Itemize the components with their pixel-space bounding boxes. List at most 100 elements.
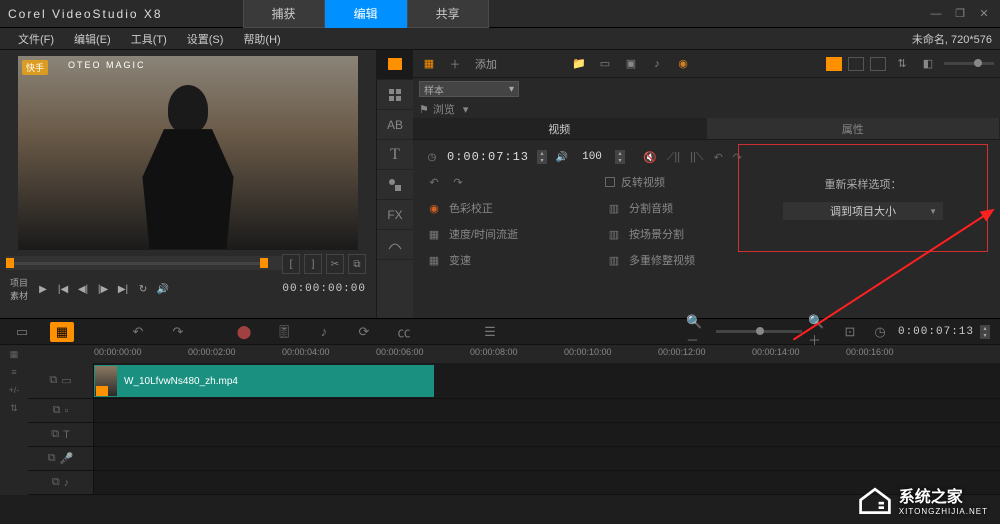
volume-field[interactable]: 100	[577, 151, 607, 163]
filter-free-icon[interactable]: ◉	[673, 55, 693, 73]
duration-field[interactable]: 0:00:07:13	[447, 150, 529, 164]
menu-settings[interactable]: 设置(S)	[177, 31, 234, 47]
tab-share[interactable]: 共享	[407, 0, 489, 28]
menu-edit[interactable]: 编辑(E)	[64, 31, 121, 47]
auto-music-button[interactable]: ♪	[312, 322, 336, 342]
cat-path-icon[interactable]	[377, 230, 413, 260]
tab-capture[interactable]: 捕获	[243, 0, 325, 28]
multitrim-button[interactable]: ▥多重修整视频	[605, 252, 745, 268]
dur-up[interactable]: ▴	[537, 150, 547, 157]
motion-button[interactable]: ⟳	[352, 322, 376, 342]
gallery-combo[interactable]: 样本▾	[419, 81, 519, 97]
record-button[interactable]: ⬤	[232, 322, 256, 342]
view-thumb-icon[interactable]	[826, 57, 842, 71]
show-media-icon[interactable]: ▦	[419, 55, 439, 73]
rotate-left-icon[interactable]: ↶	[714, 151, 723, 164]
speed-button[interactable]: ▦速度/时间流逝	[425, 226, 575, 242]
view-grid-icon[interactable]	[870, 57, 886, 71]
tl-scroll-icon[interactable]: ⇅	[4, 401, 24, 415]
preview-scrubber[interactable]	[6, 256, 282, 270]
menu-tools[interactable]: 工具(T)	[121, 31, 177, 47]
vol-down[interactable]: ▾	[615, 157, 625, 164]
minimize-button[interactable]: —	[928, 6, 944, 22]
mode-clip[interactable]: 素材	[10, 289, 28, 302]
cat-instant-icon[interactable]	[377, 80, 413, 110]
subtitle-button[interactable]: ㏄	[392, 322, 416, 342]
overlay-track-lane[interactable]	[94, 399, 1000, 422]
menu-file[interactable]: 文件(F)	[8, 31, 64, 47]
reverse-checkbox[interactable]: 反转视频	[605, 174, 745, 190]
vol-up[interactable]: ▴	[615, 150, 625, 157]
mark-in-button[interactable]: [	[282, 254, 300, 274]
filter-audio-icon[interactable]: ♪	[647, 55, 667, 73]
play-button[interactable]: ▶	[34, 280, 52, 298]
volume-icon[interactable]: 🔊	[154, 280, 172, 298]
cat-media-icon[interactable]	[377, 50, 413, 80]
close-button[interactable]: ✕	[976, 6, 992, 22]
opt-tab-video[interactable]: 视频	[413, 118, 707, 139]
restore-button[interactable]: ❐	[952, 6, 968, 22]
add-folder-button[interactable]: ＋	[445, 55, 465, 73]
dur-down[interactable]: ▾	[537, 157, 547, 164]
video-clip[interactable]: W_10LfvwNs480_zh.mp4	[94, 365, 434, 397]
zoom-slider[interactable]	[716, 330, 802, 333]
scene-split-button[interactable]: ▥按场景分割	[605, 226, 745, 242]
filter-video-icon[interactable]: ▭	[595, 55, 615, 73]
cut-button[interactable]: ✂	[326, 254, 344, 274]
loop-button[interactable]: ↻	[134, 280, 152, 298]
browse-label[interactable]: 浏览	[433, 101, 455, 117]
tab-edit[interactable]: 编辑	[325, 0, 407, 28]
zoom-in-button[interactable]: 🔍＋	[808, 322, 832, 342]
redo-button[interactable]: ↷	[166, 322, 190, 342]
cat-filter-icon[interactable]: FX	[377, 200, 413, 230]
menu-help[interactable]: 帮助(H)	[233, 31, 290, 47]
color-correction-button[interactable]: ◉色彩校正	[425, 200, 575, 216]
volume-icon-2[interactable]: 🔊	[555, 150, 569, 164]
music-track-icon[interactable]: ⧉	[52, 476, 60, 489]
prev-frame-button[interactable]: ◀|	[74, 280, 92, 298]
mute-icon[interactable]: 🔇	[643, 151, 657, 164]
sort-icon[interactable]: ⇅	[892, 55, 912, 73]
variable-speed-button[interactable]: ▦变速	[425, 252, 575, 268]
fadeout-icon[interactable]: ||⟍	[690, 151, 703, 164]
next-frame-button[interactable]: |▶	[94, 280, 112, 298]
video-track-icon[interactable]: ⧉	[49, 374, 57, 387]
folder-icon[interactable]: 📁	[569, 55, 589, 73]
zoom-out-button[interactable]: 🔍－	[686, 322, 710, 342]
audio-mixer-button[interactable]: 🎚	[272, 322, 296, 342]
cat-title-icon[interactable]: T	[377, 140, 413, 170]
go-end-button[interactable]: ▶|	[114, 280, 132, 298]
expand-button[interactable]: ⧉	[348, 254, 366, 274]
storyboard-view-button[interactable]: ▭	[10, 322, 34, 342]
opt-tab-attr[interactable]: 属性	[707, 118, 1000, 139]
video-track-lane[interactable]: W_10LfvwNs480_zh.mp4	[94, 363, 1000, 398]
mode-project[interactable]: 项目	[10, 276, 28, 289]
track-manager-button[interactable]: ☰	[478, 322, 502, 342]
tl-add-track-icon[interactable]: +/-	[4, 383, 24, 397]
cat-graphic-icon[interactable]	[377, 170, 413, 200]
view-list-icon[interactable]	[848, 57, 864, 71]
preview-timecode[interactable]: 00:00:00:00	[282, 283, 366, 295]
tl-collapse-icon[interactable]: ≡	[4, 365, 24, 379]
rotate-ccw-button[interactable]: ↶↷	[425, 174, 575, 190]
cat-transition-icon[interactable]: AB	[377, 110, 413, 140]
timeline-view-button[interactable]: ▦	[50, 322, 74, 342]
tl-menu-icon[interactable]: ▦	[4, 347, 24, 361]
undo-button[interactable]: ↶	[126, 322, 150, 342]
mark-out-button[interactable]: ]	[304, 254, 322, 274]
resample-dropdown[interactable]: 调到项目大小	[783, 202, 943, 220]
preview-video[interactable]: 快手 OTEO MAGIC	[18, 56, 358, 250]
fadein-icon[interactable]: ⟋||	[667, 151, 680, 164]
timeline-ruler[interactable]: 00:00:00:00 00:00:02:00 00:00:04:00 00:0…	[28, 345, 1000, 363]
title-track-lane[interactable]	[94, 423, 1000, 446]
split-audio-button[interactable]: ▥分割音频	[605, 200, 745, 216]
music-track-lane[interactable]	[94, 471, 1000, 494]
go-start-button[interactable]: |◀	[54, 280, 72, 298]
title-track-icon[interactable]: ⧉	[51, 428, 59, 441]
voice-track-lane[interactable]	[94, 447, 1000, 470]
browse-flag-icon[interactable]: ⚑	[419, 103, 429, 116]
voice-track-icon[interactable]: ⧉	[48, 452, 56, 465]
fit-project-button[interactable]: ⊡	[838, 322, 862, 342]
filter-photo-icon[interactable]: ▣	[621, 55, 641, 73]
overlay-track-icon[interactable]: ⧉	[53, 404, 61, 417]
